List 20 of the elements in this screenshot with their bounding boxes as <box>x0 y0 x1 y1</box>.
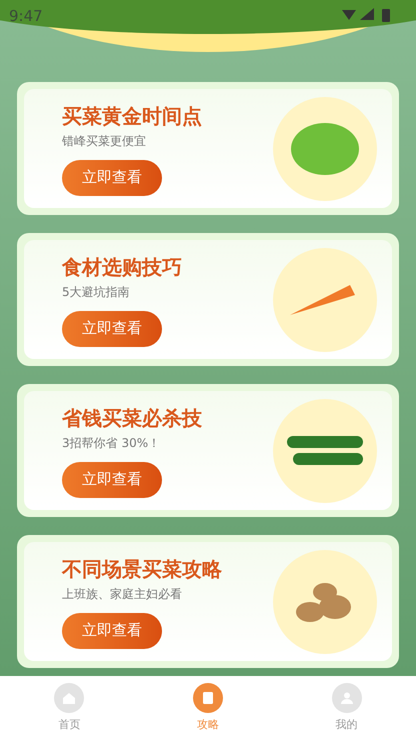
card-subtitle: 上班族、家庭主妇必看 <box>62 586 183 602</box>
guide-icon <box>193 682 223 713</box>
nav-tab[interactable]: 我的 <box>277 676 416 740</box>
card-subtitle: 错峰买菜更便宜 <box>62 132 147 150</box>
home-icon <box>54 682 84 713</box>
view-button[interactable]: 立即查看 <box>62 612 162 648</box>
view-button[interactable]: 立即查看 <box>62 310 162 346</box>
nav-tab[interactable]: 攻略 <box>138 676 278 740</box>
card-title: 省钱买菜必杀技 <box>62 404 203 432</box>
card-title: 买菜黄金时间点 <box>62 102 203 130</box>
card-subtitle: 3招帮你省 30%！ <box>62 434 162 452</box>
view-button[interactable]: 立即查看 <box>62 462 162 498</box>
card-title: 不同场景买菜攻略 <box>62 556 223 582</box>
profile-icon <box>332 682 362 713</box>
status-time: 9:47 <box>9 6 43 27</box>
view-button[interactable]: 立即查看 <box>62 160 162 196</box>
card-title: 食材选购技巧 <box>62 254 183 280</box>
status-icons <box>342 8 392 22</box>
nav-tab[interactable]: 首页 <box>0 676 139 740</box>
card-subtitle: 5大避坑指南 <box>62 284 131 300</box>
